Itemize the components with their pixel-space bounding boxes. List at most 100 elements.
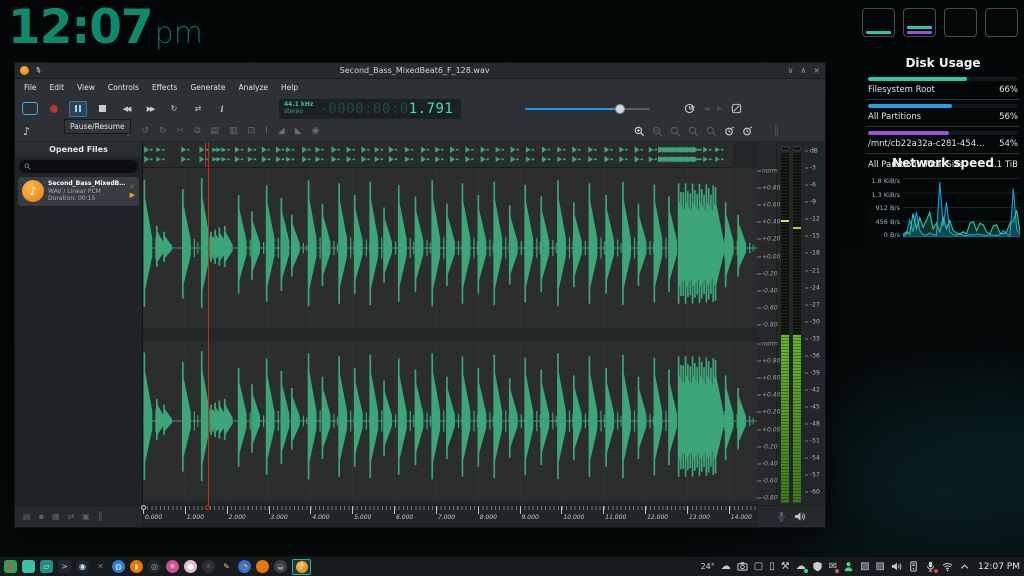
delete-icon[interactable]: ▥	[229, 126, 238, 136]
search-input[interactable]	[19, 160, 138, 173]
taskbar-app-planet[interactable]: ◔	[238, 560, 251, 573]
redo-icon[interactable]: ↻	[159, 126, 167, 136]
pause-button[interactable]	[69, 101, 87, 117]
menu-generate[interactable]: Generate	[190, 83, 225, 92]
clip-indicator-left[interactable]: --	[781, 146, 789, 151]
loop-button[interactable]: ↻	[165, 101, 183, 117]
maximize-icon[interactable]: ∧	[800, 66, 806, 75]
fade-in-icon[interactable]: ◢	[278, 126, 285, 136]
waveform-overview[interactable]	[143, 142, 733, 168]
paste-icon[interactable]: ▤	[211, 126, 220, 136]
menu-analyze[interactable]: Analyze	[238, 83, 268, 92]
taskbar-app-ocenaudio-active[interactable]: ♪	[292, 559, 311, 575]
view-list-icon[interactable]: ▤	[23, 512, 31, 521]
loop-status-icon[interactable]: ⇄	[68, 512, 75, 521]
playhead-cursor[interactable]	[208, 142, 209, 505]
weather-cloud-icon[interactable]: ☁	[721, 562, 731, 572]
copy-icon[interactable]: ⧉	[194, 126, 200, 136]
minimize-icon[interactable]: ∨	[788, 66, 794, 75]
close-icon[interactable]: ×	[813, 66, 820, 75]
time-zoom-in-icon[interactable]	[724, 126, 735, 137]
undo-icon[interactable]: ↺	[141, 126, 149, 136]
waveform-channel-left[interactable]	[143, 168, 757, 328]
taskbar-app-widow[interactable]: ✳	[202, 560, 215, 573]
time-ruler[interactable]: 0.0001.0002.0003.0004.0005.0006.0007.000…	[143, 506, 757, 527]
taskbar-app-xorg[interactable]: ✕	[94, 560, 107, 573]
view-grid-icon[interactable]: ▦	[52, 512, 60, 521]
menu-edit[interactable]: Edit	[50, 83, 65, 92]
cloud-sync-icon[interactable]: ☁	[796, 562, 806, 572]
expand-tray-icon[interactable]	[959, 561, 970, 572]
trim-icon[interactable]: ⊡	[248, 126, 256, 136]
start-marker[interactable]	[141, 505, 146, 510]
window-titlebar[interactable]: ✎ Second_Bass_MixedBeat6_F_128.wav ∨∧×	[15, 63, 825, 79]
nav-forward-button[interactable]: ►	[717, 104, 723, 113]
wifi-icon[interactable]	[942, 561, 953, 572]
taskbar-app-orange-ball[interactable]	[256, 560, 269, 573]
user-status-icon[interactable]	[843, 561, 854, 572]
taskbar-app-file-manager[interactable]: ▱	[40, 560, 53, 573]
cut-icon[interactable]: ✂	[177, 126, 185, 136]
taskbar-app-ball[interactable]: ●	[184, 560, 197, 573]
workspace-2[interactable]	[903, 8, 936, 37]
taskbar-app-steam[interactable]: ◉	[76, 560, 89, 573]
marker-icon[interactable]: Ι	[265, 126, 268, 136]
menu-view[interactable]: View	[77, 83, 95, 92]
zoom-all-icon[interactable]	[706, 126, 717, 137]
taskbar-app-pen[interactable]: ✎	[220, 560, 233, 573]
taskbar-clock[interactable]: 12:07 PM	[978, 562, 1020, 572]
volume-icon[interactable]	[891, 561, 902, 572]
nav-back-button[interactable]: ◄	[703, 104, 709, 113]
time-zoom-out-icon[interactable]	[742, 126, 753, 137]
waveform-area[interactable]	[143, 142, 757, 505]
waveform-channel-right[interactable]	[143, 341, 757, 501]
workspace-1[interactable]	[862, 8, 895, 37]
view-single-icon[interactable]: ▪	[39, 512, 44, 521]
stop-button[interactable]	[93, 101, 111, 117]
volume-slider[interactable]	[525, 104, 650, 114]
menu-effects[interactable]: Effects	[152, 83, 178, 92]
audio-device-icon[interactable]	[731, 103, 742, 114]
taskbar-app-terminal[interactable]: >	[58, 560, 71, 573]
rewind-button[interactable]: ◀◀	[117, 101, 135, 117]
pause-status-icon[interactable]: ║	[98, 512, 103, 521]
screenshot-camera-icon[interactable]	[737, 561, 748, 572]
battery-icon[interactable]: ▯	[769, 562, 775, 572]
zoom-in-icon[interactable]	[634, 126, 645, 137]
toolbar-splitter-icon[interactable]: ║	[774, 126, 779, 136]
speaker-status-icon[interactable]	[794, 511, 806, 522]
microphone-status-icon[interactable]	[777, 511, 786, 522]
clipboard-icon[interactable]: ▧	[860, 562, 869, 572]
menu-file[interactable]: File	[24, 83, 37, 92]
time-format-button[interactable]: ▼	[684, 103, 695, 114]
taskbar-app-disc[interactable]: ◒	[274, 560, 287, 573]
clip-indicator-right[interactable]: --	[793, 146, 801, 151]
system-monitor-icon[interactable]	[908, 561, 919, 572]
zoom-selection-icon[interactable]	[670, 126, 681, 137]
menu-controls[interactable]: Controls	[108, 83, 139, 92]
taskbar-app-photos[interactable]: ✳	[166, 560, 179, 573]
utilities-icon[interactable]: ⚒	[781, 562, 790, 572]
normalize-icon[interactable]: ◉	[312, 126, 320, 136]
microphone-icon[interactable]	[925, 561, 936, 572]
document-share-icon[interactable]: ▨	[876, 562, 885, 572]
taskbar-app-camera-lens[interactable]: ◎	[148, 560, 161, 573]
zoom-vertical-icon[interactable]	[688, 126, 699, 137]
vpn-shield-icon[interactable]	[812, 561, 823, 572]
loop-selection-button[interactable]: ⇄	[189, 101, 207, 117]
snapshot-icon[interactable]: ▣	[82, 512, 90, 521]
file-loop-icon[interactable]: ⇄	[130, 183, 135, 190]
workspace-3[interactable]	[944, 8, 977, 37]
forward-button[interactable]: ▶▶	[141, 101, 159, 117]
taskbar-app-launcher[interactable]: ▮	[4, 560, 17, 573]
opened-file-item[interactable]: ♪ Second_Bass_MixedBeat6_F_128.wav WAV /…	[18, 177, 139, 206]
zoom-out-icon[interactable]	[652, 126, 663, 137]
fade-out-icon[interactable]: ◣	[295, 126, 302, 136]
file-play-icon[interactable]: ▶	[130, 191, 135, 199]
audio-note-icon[interactable]: ♪	[23, 125, 30, 138]
taskbar-app-firefox[interactable]: ◗	[130, 560, 143, 573]
playhead-marker[interactable]	[205, 505, 210, 510]
volume-slider-handle[interactable]	[615, 104, 625, 114]
window-list-icon[interactable]: ▢	[754, 562, 763, 572]
taskbar-app-show-desktop[interactable]	[22, 560, 35, 573]
